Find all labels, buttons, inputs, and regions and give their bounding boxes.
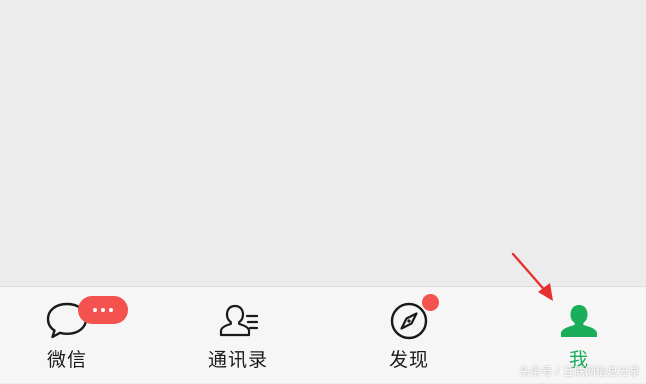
tab-label: 发现 [388,349,429,371]
content-area [0,0,646,286]
unread-badge [78,296,128,324]
watermark: 头条号 / 互联网信息分享 [519,365,640,378]
tab-discover[interactable]: 发现 [349,287,469,384]
tab-contacts[interactable]: 通讯录 [178,287,298,384]
badge-dot [101,308,105,312]
person-icon [556,297,602,341]
contacts-icon [215,297,261,341]
badge-dot [109,308,113,312]
discover-red-dot [422,294,439,311]
badge-dot [93,308,97,312]
tab-label: 微信 [46,349,87,371]
pointer-arrow-icon [511,252,553,301]
tab-label: 通讯录 [207,349,268,371]
